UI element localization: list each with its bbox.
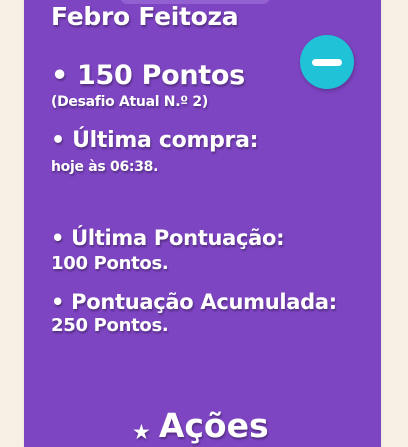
actions-header[interactable]: ★ Ações (132, 406, 269, 445)
accumulated-score-value: 250 Pontos. (51, 315, 169, 336)
star-icon: ★ (132, 420, 151, 444)
last-score-title: • Última Pontuação: (51, 226, 285, 250)
last-score-value: 100 Pontos. (51, 253, 169, 274)
minus-icon (312, 59, 342, 66)
last-purchase-value: hoje às 06:38. (51, 159, 159, 175)
collapse-button[interactable] (300, 35, 354, 89)
actions-label: Ações (158, 406, 269, 445)
accumulated-score-title: • Pontuação Acumulada: (51, 290, 337, 314)
points-total: • 150 Pontos (51, 60, 245, 91)
points-card: Febro Feitoza • 150 Pontos (Desafio Atua… (24, 0, 381, 447)
user-name: Febro Feitoza (51, 2, 239, 31)
current-challenge: (Desafio Atual N.º 2) (51, 94, 208, 110)
last-purchase-title: • Última compra: (51, 128, 259, 153)
